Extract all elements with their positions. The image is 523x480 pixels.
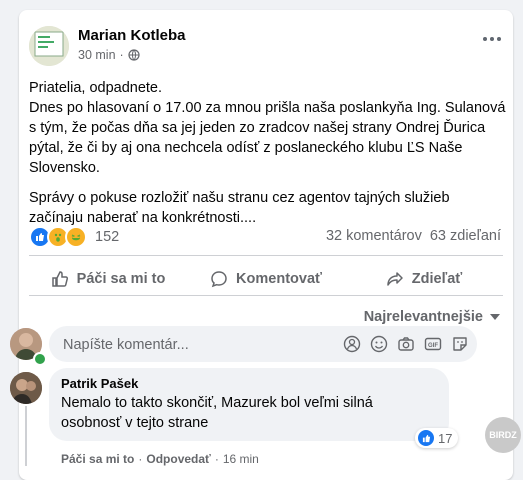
avatar-sticker-icon[interactable] bbox=[343, 335, 361, 353]
comment-reply-link[interactable]: Odpovedať bbox=[146, 452, 210, 466]
gif-icon[interactable]: GIF bbox=[424, 335, 442, 353]
caret-down-icon bbox=[490, 314, 500, 320]
like-label: Páči sa mi to bbox=[76, 271, 166, 287]
comment-reactions[interactable]: 17 bbox=[415, 428, 459, 448]
comment-button[interactable]: Komentovať bbox=[187, 261, 345, 297]
like-reaction-icon bbox=[418, 430, 434, 446]
haha-reaction-icon bbox=[65, 226, 87, 248]
comment-label: Komentovať bbox=[236, 271, 322, 287]
comment-author[interactable]: Patrik Pašek bbox=[61, 376, 437, 391]
post-time[interactable]: 30 min bbox=[78, 48, 116, 62]
post-stats: 32 komentárov 63 zdieľaní bbox=[326, 228, 501, 244]
divider bbox=[29, 255, 503, 256]
share-icon bbox=[387, 272, 403, 286]
sticker-icon[interactable] bbox=[451, 335, 469, 353]
comment-sort-dropdown[interactable]: Najrelevantnejšie bbox=[364, 309, 501, 325]
share-button[interactable]: Zdieľať bbox=[345, 261, 503, 297]
comment-bubble: Patrik Pašek Nemalo to takto skončiť, Ma… bbox=[49, 368, 449, 441]
camera-icon[interactable] bbox=[397, 335, 415, 353]
svg-text:GIF: GIF bbox=[428, 343, 438, 349]
comment-reaction-count: 17 bbox=[438, 430, 453, 446]
divider bbox=[29, 295, 503, 296]
commenter-avatar[interactable] bbox=[10, 372, 42, 404]
comment-text: Nemalo to takto skončiť, Mazurek bol veľ… bbox=[61, 395, 373, 431]
comment-actions: Páči sa mi to · Odpovedať · 16 min bbox=[61, 452, 259, 466]
emoji-icon[interactable] bbox=[370, 335, 388, 353]
globe-icon bbox=[128, 49, 140, 61]
comments-count[interactable]: 32 komentárov bbox=[326, 228, 422, 244]
post-actions: Páči sa mi to Komentovať Zdieľať bbox=[29, 261, 503, 297]
watermark-logo: BIRDZ bbox=[485, 417, 521, 453]
reaction-count: 152 bbox=[95, 229, 120, 245]
thread-line bbox=[25, 406, 27, 466]
post-paragraph: Správy o pokuse rozložiť našu stranu cez… bbox=[29, 190, 450, 226]
comment-like-link[interactable]: Páči sa mi to bbox=[61, 452, 134, 466]
comment-composer[interactable]: GIF bbox=[49, 326, 477, 364]
shares-count[interactable]: 63 zdieľaní bbox=[430, 228, 501, 244]
more-options-icon[interactable] bbox=[483, 37, 501, 41]
comment-input[interactable] bbox=[61, 326, 325, 364]
comment-icon bbox=[211, 271, 227, 288]
post-meta: 30 min · bbox=[78, 48, 140, 62]
author-avatar[interactable] bbox=[29, 26, 69, 66]
author-name[interactable]: Marian Kotleba bbox=[78, 27, 186, 44]
like-button[interactable]: Páči sa mi to bbox=[29, 261, 187, 297]
thumbs-up-icon bbox=[51, 271, 68, 287]
online-status-dot bbox=[33, 352, 47, 366]
comment-time[interactable]: 16 min bbox=[223, 452, 259, 466]
composer-tools: GIF bbox=[343, 335, 469, 353]
post-body: Priatelia, odpadnete. Dnes po hlasovaní … bbox=[29, 78, 507, 238]
share-label: Zdieľať bbox=[411, 271, 463, 287]
sort-label: Najrelevantnejšie bbox=[363, 309, 483, 325]
reactions-summary[interactable]: 152 bbox=[29, 226, 119, 248]
post-paragraph: Priatelia, odpadnete. Dnes po hlasovaní … bbox=[29, 80, 506, 176]
